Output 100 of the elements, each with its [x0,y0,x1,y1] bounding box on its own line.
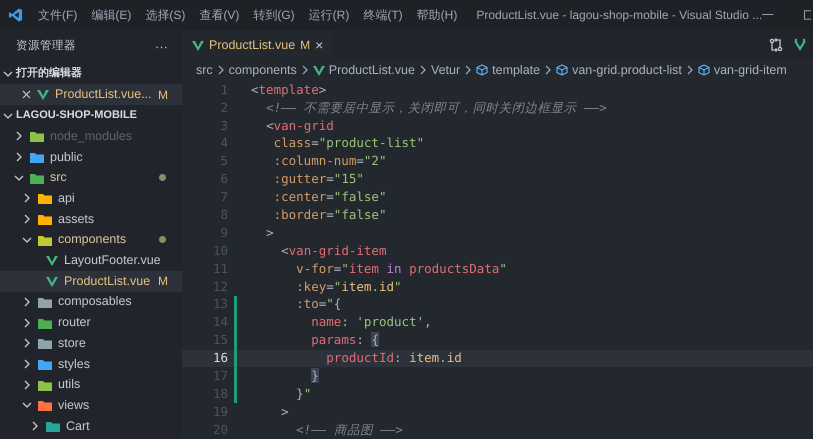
maximize-icon[interactable] [804,10,812,20]
code-line: <!—— 不需要居中显示，关闭即可，同时关闭边框显示 ——> [265,98,607,117]
code-line: :gutter="15" [272,170,364,188]
chevron-down-icon[interactable] [22,234,32,245]
sidebar-title: 资源管理器 [16,38,76,54]
folder-item[interactable]: api [0,188,182,209]
menu-item[interactable]: 运行(R) [302,6,356,24]
code-line: }" [295,384,312,403]
code-line: > [280,402,289,421]
menu-item[interactable]: 终端(T) [356,6,410,24]
breadcrumb-item[interactable]: Vetur [430,60,460,80]
file-name: ProductList.vue [64,272,150,290]
chevron-right-icon[interactable] [22,380,32,390]
folder-item[interactable]: composables [0,292,182,312]
chevron-right-icon [464,65,472,76]
chevron-right-icon[interactable] [22,358,32,369]
app-logo-icon [8,7,23,23]
menu-item[interactable]: 文件(F) [31,6,84,24]
folder-name: public [50,148,83,166]
folder-item[interactable]: Cart [0,416,182,436]
folder-item[interactable]: views [0,394,182,416]
folder-name: Cart [66,418,90,435]
breadcrumb-item[interactable]: template [492,60,540,80]
open-editor-item[interactable]: ProductList.vue... M [0,84,182,105]
code-line: :center="false" [272,188,386,206]
breadcrumb-item[interactable]: components [228,60,297,80]
chevron-right-icon[interactable] [22,193,32,204]
chevron-right-icon[interactable] [14,131,24,142]
cube-icon [698,64,710,76]
menu-item[interactable]: 查看(V) [192,6,246,24]
folder-item[interactable]: public [0,146,182,168]
vue-file-icon [192,40,204,51]
folder-item[interactable]: utils [0,374,182,395]
folder-name: utils [58,376,80,394]
code-line: params: { [310,331,379,350]
code-line: <template> [251,80,326,99]
close-button[interactable]: × [315,34,324,56]
code-line: :column-num="2" [272,152,386,170]
chevron-down-icon[interactable] [3,110,13,120]
window-title: ProductList.vue - lagou-shop-mobile - Visual Studio ... [476,7,762,24]
code-line: <van-grid-item [280,242,386,260]
menu-item[interactable]: 转到(G) [246,6,302,24]
section-header[interactable]: LAGOU-SHOP-MOBILE [16,107,137,124]
chevron-right-icon[interactable] [22,338,32,348]
menu-item[interactable]: 帮助(H) [410,6,464,24]
folder-name: node_modules [50,128,132,145]
folder-name: store [58,334,86,352]
more-actions-button[interactable]: ··· [155,36,168,56]
file-item[interactable]: ProductList.vue M [0,270,182,292]
code-line: <van-grid [265,116,334,135]
folder-name: styles [58,356,90,373]
folder-name: api [58,190,75,208]
chevron-right-icon [300,65,309,76]
chevron-down-icon[interactable] [3,68,13,78]
chevron-right-icon [544,65,552,76]
vue-file-icon [46,254,58,266]
folder-item[interactable]: router [0,312,182,333]
chevron-right-icon[interactable] [22,296,32,307]
line-number: 16 [212,349,228,368]
close-icon[interactable] [22,90,31,99]
code-line: name: 'product', [310,313,432,332]
compare-changes-icon[interactable] [769,38,783,52]
chevron-right-icon[interactable] [30,420,40,431]
chevron-right-icon[interactable] [22,318,32,328]
vue-file-icon [46,276,58,287]
chevron-down-icon[interactable] [14,172,24,183]
chevron-down-icon[interactable] [22,400,32,410]
modified-label: M [300,37,310,54]
code-line: productId: item.id [325,349,462,368]
code-line: :to="{ [295,295,342,314]
folder-name: router [58,314,91,332]
vue-file-icon [37,89,49,100]
chevron-right-icon [418,65,427,76]
code-line: v-for="item in productsData" [295,260,507,278]
breadcrumb-item[interactable]: van-grid-item [714,60,787,80]
vetur-icon[interactable] [793,38,807,52]
cube-icon [476,64,488,76]
folder-name: components [58,231,126,248]
modified-label: M [158,273,168,290]
minimize-icon[interactable] [762,14,774,16]
folder-item[interactable]: components [0,229,182,250]
breadcrumb-item[interactable]: van-grid.product-list [572,60,682,80]
chevron-right-icon[interactable] [22,214,32,224]
file-name: LayoutFooter.vue [64,252,161,270]
folder-item[interactable]: styles [0,354,182,374]
folder-item[interactable]: store [0,332,182,354]
menu-item[interactable]: 编辑(E) [84,6,138,24]
menu-item[interactable]: 选择(S) [138,6,192,24]
folder-name: src [50,169,67,186]
chevron-right-icon[interactable] [14,152,24,162]
modified-label: M [158,86,168,104]
section-header[interactable]: 打开的编辑器 [16,65,82,82]
folder-item[interactable]: assets [0,208,182,230]
folder-item[interactable]: src [0,167,182,188]
breadcrumb-item[interactable]: src [196,60,213,80]
file-item[interactable]: LayoutFooter.vue [0,250,182,271]
code-line: :border="false" [272,206,386,224]
chevron-right-icon [216,65,225,76]
breadcrumb-item[interactable]: ProductList.vue [328,60,415,80]
code-line: :key="item.id" [295,278,402,296]
